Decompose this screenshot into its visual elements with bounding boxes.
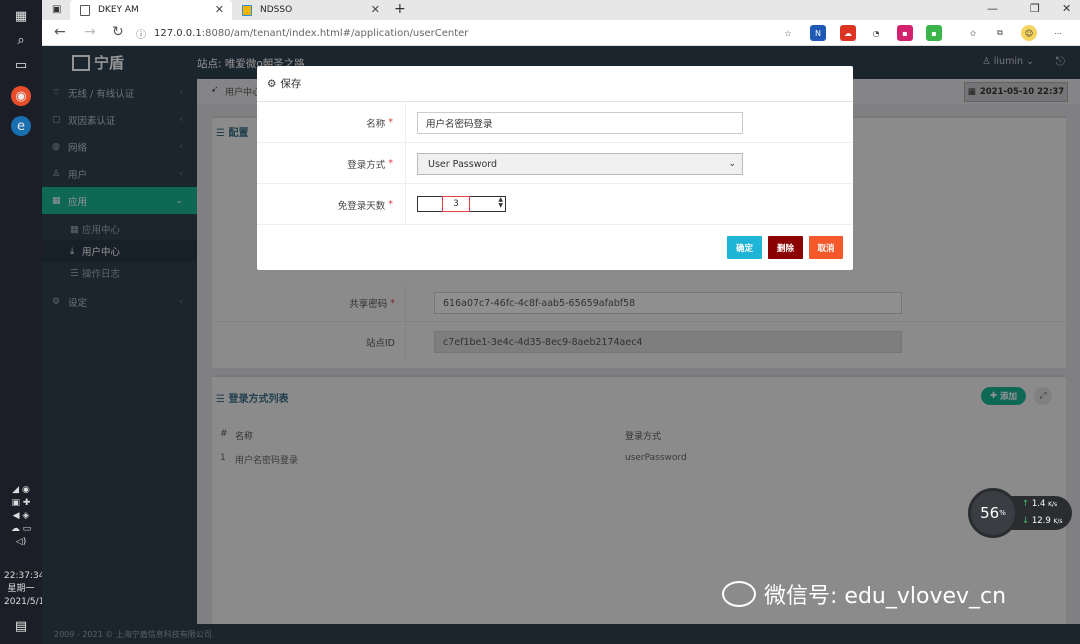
extension-icon-3[interactable]: ▪: [926, 25, 942, 41]
clock[interactable]: 22:37:34 星期一 2021/5/10: [4, 570, 51, 609]
days-stepper[interactable]: 3 ▲ ▼: [417, 196, 506, 212]
url-path: :8080/am/tenant/index.html#/application/…: [201, 27, 469, 39]
dialog-title-text: 保存: [280, 78, 302, 90]
required-mark: *: [388, 199, 393, 210]
wechat-icon: [722, 581, 756, 607]
address-bar: ← → ↻ ⓘ 127.0.0.1 :8080/am/tenant/index.…: [42, 20, 1080, 46]
info-icon: ⓘ: [136, 29, 146, 41]
extension-icon-2[interactable]: ▪: [897, 25, 913, 41]
save-dialog: ⚙ 保存 名称 * 用户名密码登录 登录方式 * User Password ⌄ 免登录…: [257, 66, 853, 270]
clock-weekday: 星期一: [7, 584, 35, 594]
cloud-icon[interactable]: ☁: [840, 25, 856, 41]
required-mark: *: [388, 117, 393, 128]
speed-widget[interactable]: ↑ 1.4 K/s ↓ 12.9 K/s 56%: [968, 488, 1072, 538]
label-text: 登录方式: [347, 159, 386, 171]
spin-arrows-icon[interactable]: ▲ ▼: [498, 197, 503, 209]
method-select[interactable]: User Password ⌄: [417, 153, 743, 175]
upload-value: 1.4: [1031, 499, 1046, 509]
name-label: 名称 *: [257, 102, 406, 143]
edge-icon[interactable]: e: [11, 116, 31, 136]
name-input[interactable]: 用户名密码登录: [417, 112, 743, 134]
up-arrow-icon: ↑: [1022, 499, 1030, 509]
minimize-icon[interactable]: —: [987, 2, 998, 15]
gauge-icon[interactable]: ◔: [868, 25, 884, 41]
tab-actions-icon[interactable]: ▣: [52, 4, 61, 15]
tab-title: NDSSO: [260, 5, 293, 15]
page-icon: [80, 4, 90, 16]
days-row: 免登录天数 * 3 ▲ ▼: [257, 184, 853, 225]
select-value: User Password: [428, 158, 498, 170]
windows-start-icon[interactable]: ▦: [11, 6, 31, 26]
windows-taskbar: ▦ ⌕ ▭ ◉ e ◢ ◉ ▣ ✚ ◀ ◈ ☁ ▭ ◁) 22:37:34 星期一 20…: [0, 0, 51, 644]
extension-icon[interactable]: N: [810, 25, 826, 41]
search-icon[interactable]: ⌕: [11, 30, 31, 50]
refresh-icon[interactable]: ↻: [112, 24, 124, 40]
cancel-button[interactable]: 取消: [809, 236, 843, 259]
site-icon: [242, 4, 252, 16]
down-arrow-icon: ↓: [1022, 516, 1030, 526]
url-host: 127.0.0.1: [154, 27, 202, 39]
profile-avatar[interactable]: ☺: [1021, 25, 1037, 41]
notification-icon[interactable]: ▤: [11, 616, 31, 636]
task-view-icon[interactable]: ▭: [11, 55, 31, 75]
url-field[interactable]: ⓘ 127.0.0.1 :8080/am/tenant/index.html#/…: [136, 23, 816, 43]
tray-icons[interactable]: ◢ ◉ ▣ ✚ ◀ ◈ ☁ ▭ ◁): [4, 484, 38, 549]
new-tab-button[interactable]: +: [394, 1, 406, 17]
more-icon[interactable]: ⋯: [1050, 25, 1066, 41]
cpu-unit: %: [999, 509, 1006, 517]
gears-icon: ⚙: [267, 77, 277, 90]
required-mark: *: [388, 158, 393, 169]
upload-speed: ↑ 1.4 K/s: [1022, 496, 1072, 513]
clock-time: 22:37:34: [4, 571, 45, 581]
days-value[interactable]: 3: [442, 196, 470, 212]
download-speed: ↓ 12.9 K/s: [1022, 513, 1072, 530]
dialog-title: ⚙ 保存: [257, 66, 853, 102]
watermark-text: 微信号: edu_vlovev_cn: [764, 584, 1007, 609]
tab-ndsso[interactable]: NDSSO ✕: [232, 0, 388, 20]
tab-title: DKEY AM: [98, 5, 139, 15]
method-row: 登录方式 * User Password ⌄: [257, 143, 853, 184]
close-icon[interactable]: ✕: [215, 3, 224, 16]
label-text: 名称: [366, 118, 386, 130]
cpu-gauge: 56%: [968, 488, 1018, 538]
name-row: 名称 * 用户名密码登录: [257, 102, 853, 143]
tab-dkey-am[interactable]: DKEY AM ✕: [70, 0, 232, 20]
ok-button[interactable]: 确定: [727, 236, 762, 259]
tab-strip: ▣ DKEY AM ✕ NDSSO ✕ + — ❐ ✕: [42, 0, 1080, 20]
cpu-value: 56: [980, 504, 1000, 522]
close-window-icon[interactable]: ✕: [1062, 2, 1071, 15]
forward-icon[interactable]: →: [84, 24, 96, 40]
delete-button[interactable]: 删除: [768, 236, 803, 259]
back-icon[interactable]: ←: [54, 24, 66, 40]
restore-icon[interactable]: ❐: [1030, 2, 1040, 15]
favorite-icon[interactable]: ☆: [780, 25, 796, 41]
label-text: 免登录天数: [337, 200, 386, 212]
close-icon[interactable]: ✕: [371, 3, 380, 16]
clock-date: 2021/5/10: [4, 597, 51, 607]
watermark: 微信号: edu_vlovev_cn: [722, 578, 1006, 610]
app-icon[interactable]: ◉: [11, 86, 31, 106]
days-label: 免登录天数 *: [257, 184, 406, 225]
chevron-down-icon: ⌄: [728, 159, 736, 169]
download-value: 12.9: [1031, 516, 1051, 526]
upload-unit: K/s: [1048, 501, 1058, 508]
favorites-list-icon[interactable]: ⧉: [992, 25, 1008, 41]
collections-icon[interactable]: ✩: [965, 25, 981, 41]
browser-window: ▣ DKEY AM ✕ NDSSO ✕ + — ❐ ✕ ← → ↻ ⓘ 127.…: [42, 0, 1080, 644]
download-unit: K/s: [1053, 518, 1063, 525]
method-label: 登录方式 *: [257, 143, 406, 184]
